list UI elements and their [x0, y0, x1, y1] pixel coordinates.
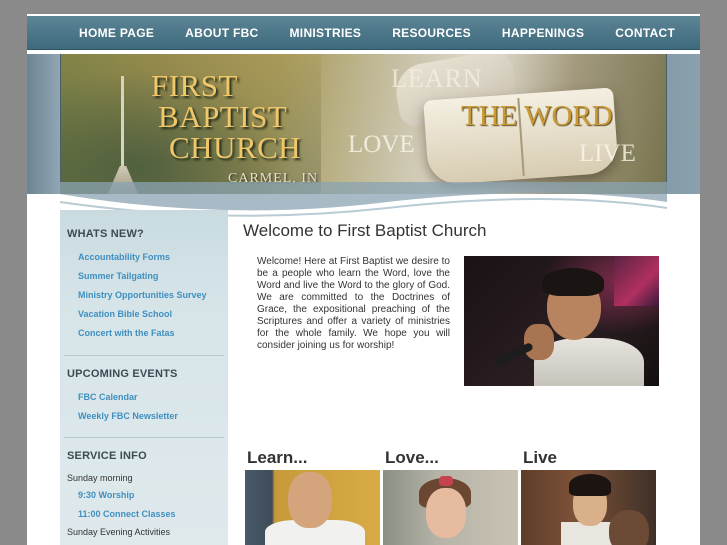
sunday-morning-label: Sunday morning: [67, 473, 133, 483]
banner-word-the-word: THE WORD: [461, 100, 613, 132]
link-accountability-forms[interactable]: Accountability Forms: [78, 252, 170, 262]
screen-backdrop: [614, 256, 659, 306]
page-title: Welcome to First Baptist Church: [243, 221, 487, 240]
church-logo-title: FIRST BAPTIST CHURCH: [149, 70, 301, 163]
nav-resources[interactable]: RESOURCES: [392, 26, 471, 40]
link-vacation-bible-school[interactable]: Vacation Bible School: [78, 309, 172, 319]
banner-word-love: LOVE: [348, 131, 415, 158]
link-weekly-newsletter[interactable]: Weekly FBC Newsletter: [78, 411, 178, 421]
girl-face: [426, 488, 466, 538]
second-person-face: [609, 510, 649, 545]
sidebar: WHATS NEW? Accountability Forms Summer T…: [60, 210, 228, 545]
person-hair: [569, 474, 611, 496]
nav-ministries[interactable]: MINISTRIES: [290, 26, 362, 40]
column-label-live: Live: [523, 448, 558, 467]
sunday-evening-label: Sunday Evening Activities: [67, 527, 171, 537]
title-line-church: CHURCH: [169, 130, 302, 165]
nav-home[interactable]: HOME PAGE: [79, 26, 154, 40]
sidebar-divider: [64, 437, 224, 438]
header-banner: FIRST BAPTIST CHURCH CARMEL, IN LEARN TH…: [60, 54, 667, 194]
link-ministry-survey[interactable]: Ministry Opportunities Survey: [78, 290, 207, 300]
live-photo[interactable]: [521, 470, 656, 545]
upcoming-events-heading: UPCOMING EVENTS: [67, 368, 178, 380]
learn-photo[interactable]: [245, 470, 380, 545]
title-line-first: FIRST: [151, 68, 238, 103]
banner-word-learn: LEARN: [391, 64, 483, 93]
whats-new-heading: WHATS NEW?: [67, 228, 144, 240]
sidebar-divider: [64, 355, 224, 356]
steeple-icon: [121, 76, 124, 176]
title-line-baptist: BAPTIST: [158, 99, 288, 134]
banner-word-live: LIVE: [579, 140, 636, 167]
page: HOME PAGE ABOUT FBC MINISTRIES RESOURCES…: [27, 14, 700, 545]
column-label-learn: Learn...: [247, 448, 308, 467]
main-nav: HOME PAGE ABOUT FBC MINISTRIES RESOURCES…: [27, 16, 700, 50]
teacher-face: [288, 472, 332, 528]
service-info-heading: SERVICE INFO: [67, 450, 147, 462]
worship-singer-photo: [464, 256, 659, 386]
link-worship-time[interactable]: 9:30 Worship: [78, 490, 134, 500]
link-connect-classes[interactable]: 11:00 Connect Classes: [78, 509, 176, 519]
welcome-text: Welcome! Here at First Baptist we desire…: [257, 256, 450, 351]
link-summer-tailgating[interactable]: Summer Tailgating: [78, 271, 158, 281]
singer-hair: [542, 268, 604, 296]
column-label-love: Love...: [385, 448, 439, 467]
nav-about[interactable]: ABOUT FBC: [185, 26, 258, 40]
nav-contact[interactable]: CONTACT: [615, 26, 675, 40]
love-photo[interactable]: [383, 470, 518, 545]
nav-happenings[interactable]: HAPPENINGS: [502, 26, 584, 40]
link-fbc-calendar[interactable]: FBC Calendar: [78, 392, 138, 402]
link-concert-fatas[interactable]: Concert with the Fatas: [78, 328, 175, 338]
hair-bow: [439, 476, 453, 486]
